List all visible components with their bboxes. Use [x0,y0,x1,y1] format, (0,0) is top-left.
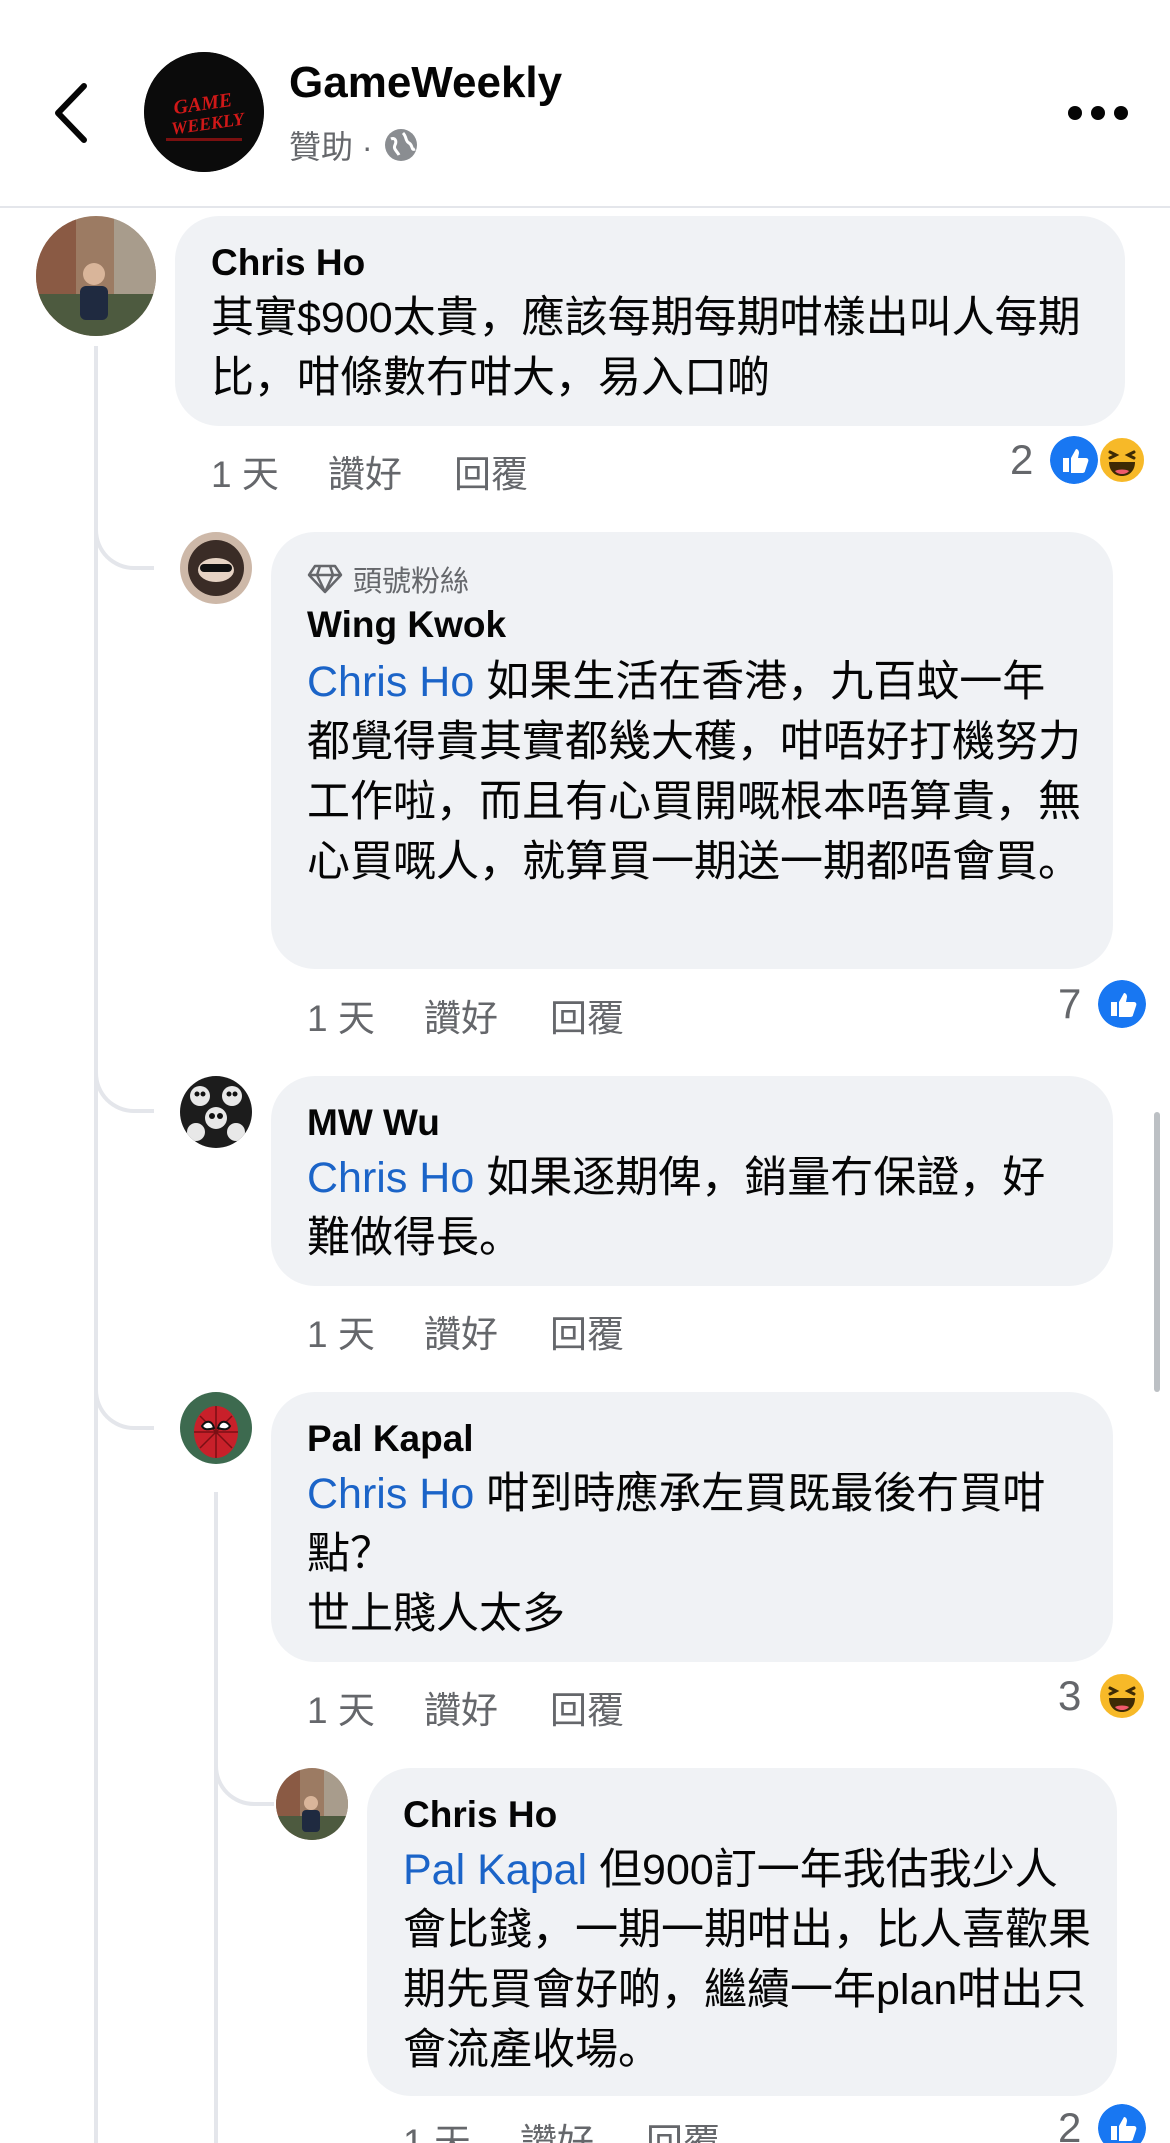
more-dot [1068,106,1082,120]
thread-line-nested [214,1492,218,2143]
comment-text: Pal Kapal 但900訂一年我估我少人會比錢，一期一期咁出，比人喜歡果期先… [403,1840,1093,2080]
haha-icon [1098,436,1146,484]
spiderman-avatar-icon [180,1392,252,1464]
comment-author[interactable]: Chris Ho [403,1794,557,1836]
person-avatar-icon [36,216,156,336]
reaction-count[interactable]: 7 [1058,980,1081,1028]
like-icon [1098,2104,1146,2143]
avatar[interactable] [180,1076,252,1148]
comment-text: Chris Ho 咁到時應承左買既最後冇買咁點？ 世上賤人太多 [307,1464,1087,1644]
reply-button[interactable]: 回覆 [646,2112,720,2143]
reply-button[interactable]: 回覆 [550,988,624,1042]
comment-text: Chris Ho 如果生活在香港，九百蚊一年都覺得貴其實都幾大穫，咁唔好打機努力… [307,652,1087,892]
avatar[interactable] [36,216,156,336]
thread-connector [214,1756,274,1806]
comment-time: 1 天 [211,454,279,495]
like-button[interactable]: 讚好 [424,988,498,1042]
diamond-icon [307,564,343,594]
like-button[interactable]: 讚好 [520,2112,594,2143]
page-name[interactable]: GameWeekly [289,58,562,108]
badge-label: 頭號粉絲 [353,566,470,598]
more-options-button[interactable] [1068,98,1128,128]
comment-body-line2: 世上賤人太多 [307,1590,565,1638]
like-button[interactable]: 讚好 [424,1304,498,1358]
thread-line-main [94,346,98,2143]
comment-text: Chris Ho 如果逐期俾，銷量冇保證，好難做得長。 [307,1148,1087,1268]
thread-connector [94,1063,154,1113]
reaction-count[interactable]: 3 [1058,1672,1081,1720]
person-avatar-icon [180,532,252,604]
comment-author[interactable]: Wing Kwok [307,604,506,646]
like-button[interactable]: 讚好 [424,1680,498,1734]
comment-text: 其實$900太貴，應該每期每期咁樣出叫人每期比，咁條數冇咁大，易入口啲 [211,294,1081,402]
post-header: GAME WEEKLY GameWeekly 贊助 · [0,0,1170,208]
comment-author[interactable]: Chris Ho [211,242,365,284]
reply-button[interactable]: 回覆 [454,444,528,498]
page-avatar[interactable]: GAME WEEKLY [144,52,264,172]
reaction-count[interactable]: 2 [1058,2104,1081,2143]
scrollbar[interactable] [1154,1112,1160,1392]
like-button[interactable]: 讚好 [328,444,402,498]
more-dot [1091,106,1105,120]
comment-time: 1 天 [307,998,375,1039]
skull-pattern-avatar-icon [180,1076,252,1148]
sponsored-text: 贊助 · [289,129,373,165]
comment-time: 1 天 [307,1690,375,1731]
like-icon [1098,980,1146,1028]
reaction-count[interactable]: 2 [1010,436,1033,484]
avatar[interactable] [180,1392,252,1464]
back-chevron-icon [55,83,87,143]
back-button[interactable] [46,78,98,148]
globe-icon [384,129,417,161]
thread-connector [94,520,154,570]
comment-author[interactable]: MW Wu [307,1102,440,1144]
avatar[interactable] [276,1768,348,1840]
mention-link[interactable]: Chris Ho [307,658,474,706]
top-fan-badge: 頭號粉絲 [307,558,469,600]
avatar[interactable] [180,532,252,604]
reply-button[interactable]: 回覆 [550,1680,624,1734]
comment-author[interactable]: Pal Kapal [307,1418,474,1460]
like-icon [1050,436,1098,484]
mention-link[interactable]: Chris Ho [307,1470,474,1518]
mention-link[interactable]: Chris Ho [307,1154,474,1202]
comment-time: 1 天 [307,1314,375,1355]
sponsored-label: 贊助 · [289,122,419,168]
more-dot [1114,106,1128,120]
mention-link[interactable]: Pal Kapal [403,1846,587,1894]
haha-icon [1098,1672,1146,1720]
thread-connector [94,1380,154,1430]
person-avatar-icon [276,1768,348,1840]
comment-time: 1 天 [403,2122,471,2143]
reply-button[interactable]: 回覆 [550,1304,624,1358]
gameweekly-logo-icon: GAME WEEKLY [144,52,264,172]
